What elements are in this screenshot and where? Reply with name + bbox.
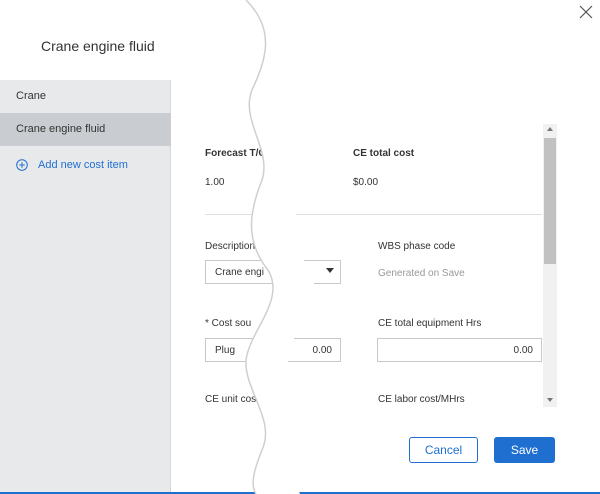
- ce-total-cost-value: $0.00: [353, 177, 379, 188]
- cost-source-value: Plug: [215, 345, 236, 356]
- add-cost-item-button[interactable]: Add new cost item: [16, 157, 128, 173]
- ce-total-cost-label: CE total cost: [353, 148, 415, 159]
- description-label: Description: [205, 241, 256, 252]
- equipment-hrs-label: CE total equipment Hrs: [378, 318, 482, 329]
- close-icon[interactable]: [578, 4, 594, 20]
- section-divider: [205, 214, 542, 215]
- cost-source-field[interactable]: Plug 0.00: [205, 338, 341, 362]
- plus-circle-icon: [16, 159, 28, 171]
- cost-source-label: * Cost sou: [205, 318, 252, 329]
- wbs-phase-code-label: WBS phase code: [378, 241, 456, 252]
- list-item-crane[interactable]: Crane: [0, 80, 171, 113]
- labor-cost-label: CE labor cost/MHrs: [378, 394, 465, 405]
- caret-down-icon: [326, 268, 334, 273]
- left-pane: Crane engine fluid Crane Crane engine fl…: [0, 0, 171, 494]
- scroll-down-icon[interactable]: [546, 397, 554, 403]
- description-select[interactable]: Crane engi: [205, 260, 341, 284]
- cost-item-list: Crane Crane engine fluid Add new cost it…: [0, 80, 171, 494]
- cancel-button[interactable]: Cancel: [409, 437, 478, 463]
- save-button[interactable]: Save: [494, 437, 555, 463]
- scroll-thumb[interactable]: [544, 138, 556, 264]
- equipment-hrs-input[interactable]: 0.00: [377, 338, 542, 362]
- wbs-phase-code-value: Generated on Save: [378, 268, 465, 279]
- cost-source-amount: 0.00: [312, 345, 332, 356]
- left-header: Crane engine fluid: [0, 0, 171, 80]
- add-cost-item-label: Add new cost item: [38, 159, 128, 171]
- scroll-up-icon[interactable]: [546, 126, 554, 132]
- list-item-crane-engine-fluid[interactable]: Crane engine fluid: [0, 113, 171, 146]
- unit-cost-label: CE unit cost: [205, 394, 259, 405]
- forecast-value: 1.00: [205, 177, 225, 188]
- forecast-label: Forecast T/O: [205, 148, 267, 159]
- panel-title: Crane engine fluid: [41, 38, 155, 54]
- form-scrollbar[interactable]: [543, 124, 557, 407]
- header-strip: [171, 80, 600, 120]
- equipment-hrs-value: 0.00: [513, 345, 533, 356]
- description-value: Crane engi: [215, 267, 264, 278]
